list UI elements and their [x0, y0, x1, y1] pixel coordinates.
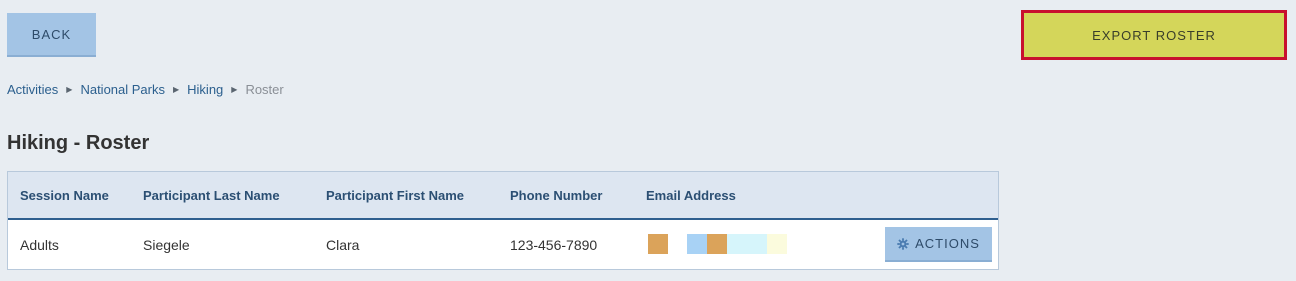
cell-phone: 123-456-7890 [510, 236, 598, 253]
triangle-right-icon: ▶ [231, 85, 238, 94]
roster-table: Session Name Participant Last Name Parti… [7, 171, 999, 270]
redacted-block [727, 234, 767, 254]
cell-session: Adults [20, 236, 59, 253]
table-header: Session Name Participant Last Name Parti… [8, 172, 998, 220]
redacted-block [767, 234, 787, 254]
column-header-last-name[interactable]: Participant Last Name [143, 172, 280, 218]
redacted-block [707, 234, 727, 254]
page-title: Hiking - Roster [7, 132, 150, 154]
cell-first-name: Clara [326, 236, 360, 253]
export-roster-button[interactable]: EXPORT ROSTER [1021, 10, 1287, 60]
triangle-right-icon: ▶ [173, 85, 180, 94]
breadcrumb-current: Roster [245, 82, 284, 97]
breadcrumb-hiking[interactable]: Hiking [187, 82, 223, 97]
breadcrumb-activities[interactable]: Activities [7, 82, 58, 97]
column-header-phone[interactable]: Phone Number [510, 172, 602, 218]
table-row: Adults Siegele Clara 123-456-7890 ACTION… [8, 220, 998, 269]
cell-last-name: Siegele [143, 236, 190, 253]
actions-button[interactable]: ACTIONS [885, 227, 992, 262]
gear-icon [897, 237, 909, 250]
breadcrumb: Activities ▶ National Parks ▶ Hiking ▶ R… [7, 82, 284, 97]
actions-label: ACTIONS [915, 236, 980, 251]
breadcrumb-national-parks[interactable]: National Parks [80, 82, 165, 97]
triangle-right-icon: ▶ [66, 85, 73, 94]
back-button[interactable]: BACK [7, 13, 96, 57]
column-header-first-name[interactable]: Participant First Name [326, 172, 464, 218]
column-header-session-name[interactable]: Session Name [20, 172, 109, 218]
column-header-email[interactable]: Email Address [646, 172, 736, 218]
redacted-block [687, 234, 707, 254]
redacted-block [648, 234, 668, 254]
